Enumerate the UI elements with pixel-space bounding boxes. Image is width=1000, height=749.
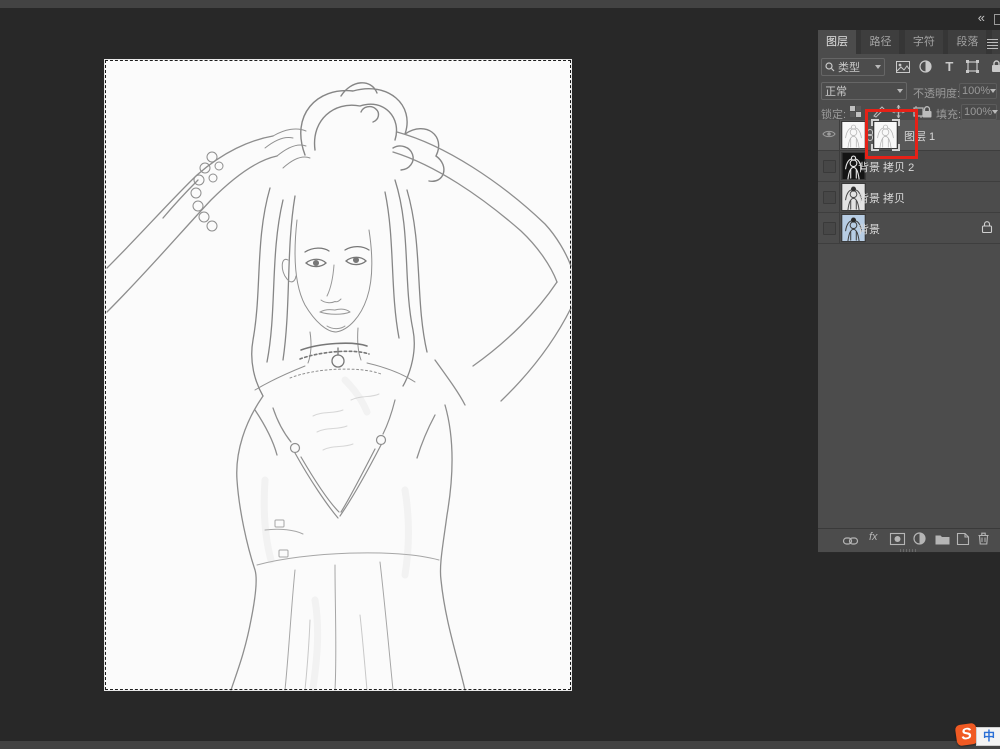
new-adjustment-layer-icon[interactable] [913,532,926,546]
ime-mode-indicator[interactable]: 中 [976,727,1000,746]
new-layer-icon[interactable] [957,532,969,546]
layer-thumbnail[interactable] [842,122,865,148]
filter-adjustment-layers-icon[interactable] [917,58,934,76]
search-icon [825,62,835,72]
taskbar-strip [0,741,1000,749]
blend-mode-dropdown[interactable]: 正常 [821,82,907,100]
visibility-off-box [823,191,836,204]
eye-visible-icon [822,129,836,139]
link-layers-icon[interactable] [843,532,858,546]
tab-character[interactable]: 字符 [905,30,943,54]
ime-logo-icon[interactable]: S [955,723,979,747]
layer-name[interactable]: 背景 拷贝 2 [858,159,914,175]
layers-panel-dock: « 图层 路径 字符 段落 通道 类型 T [818,8,1000,552]
blend-opacity-row: 正常 不透明度: 100% [818,81,1000,101]
filter-kind-dropdown[interactable]: 类型 [821,58,885,76]
layer-filter-row: 类型 T [818,56,1000,78]
filter-type-icons: T [892,58,1000,76]
annotation-highlight-rectangle [865,109,918,159]
chevron-down-icon [992,110,998,114]
visibility-well[interactable] [818,151,840,181]
filter-shape-layers-icon[interactable] [964,58,981,76]
visibility-off-box [823,222,836,235]
visibility-well[interactable] [818,213,840,243]
opacity-value-dropdown[interactable]: 100% [959,83,997,99]
layer-name[interactable]: 背景 拷贝 [858,190,905,206]
fill-value: 100% [964,106,992,118]
visibility-off-box [823,160,836,173]
fill-value-dropdown[interactable]: 100% [961,104,997,120]
layer-row-background[interactable]: 背景 [818,213,1000,244]
filter-type-layers-icon[interactable]: T [941,58,958,76]
add-layer-mask-icon[interactable] [890,532,905,546]
pencil-sketch-artwork [105,60,571,690]
panel-tab-bar: 图层 路径 字符 段落 通道 [818,30,1000,54]
collapse-panel-icon[interactable]: « [978,10,984,25]
blend-mode-value: 正常 [825,83,847,99]
lock-all-icon[interactable] [917,104,932,119]
layer-locked-icon [982,221,992,233]
panel-menu-icon[interactable] [987,37,998,51]
layer-row-bg-copy[interactable]: 背景 拷贝 [818,182,1000,213]
opacity-value: 100% [962,85,990,97]
layer-style-fx-icon[interactable]: fx [869,531,878,545]
visibility-well[interactable] [818,182,840,212]
chevron-down-icon [897,89,903,93]
delete-layer-trash-icon[interactable] [978,532,989,546]
new-group-folder-icon[interactable] [935,532,950,546]
chevron-down-icon [990,89,996,93]
filter-pixel-layers-icon[interactable] [894,58,911,76]
window-top-strip [0,0,1000,8]
tab-paragraph[interactable]: 段落 [948,30,986,54]
layers-footer-bar: fx [818,528,1000,550]
dock-edge-icon[interactable] [994,14,1000,25]
chevron-down-icon [875,65,881,69]
tab-paths[interactable]: 路径 [861,30,899,54]
opacity-label: 不透明度: [913,85,960,101]
filter-kind-label: 类型 [838,59,860,75]
panel-resize-grip[interactable] [900,549,918,552]
layer-name[interactable]: 背景 [858,221,880,237]
visibility-well[interactable] [818,120,840,150]
lock-transparency-icon[interactable] [848,104,863,119]
tab-layers[interactable]: 图层 [818,30,856,54]
dock-header: « [818,8,1000,30]
filter-smart-object-lock-icon[interactable] [988,58,1000,76]
document-canvas[interactable] [105,60,571,690]
